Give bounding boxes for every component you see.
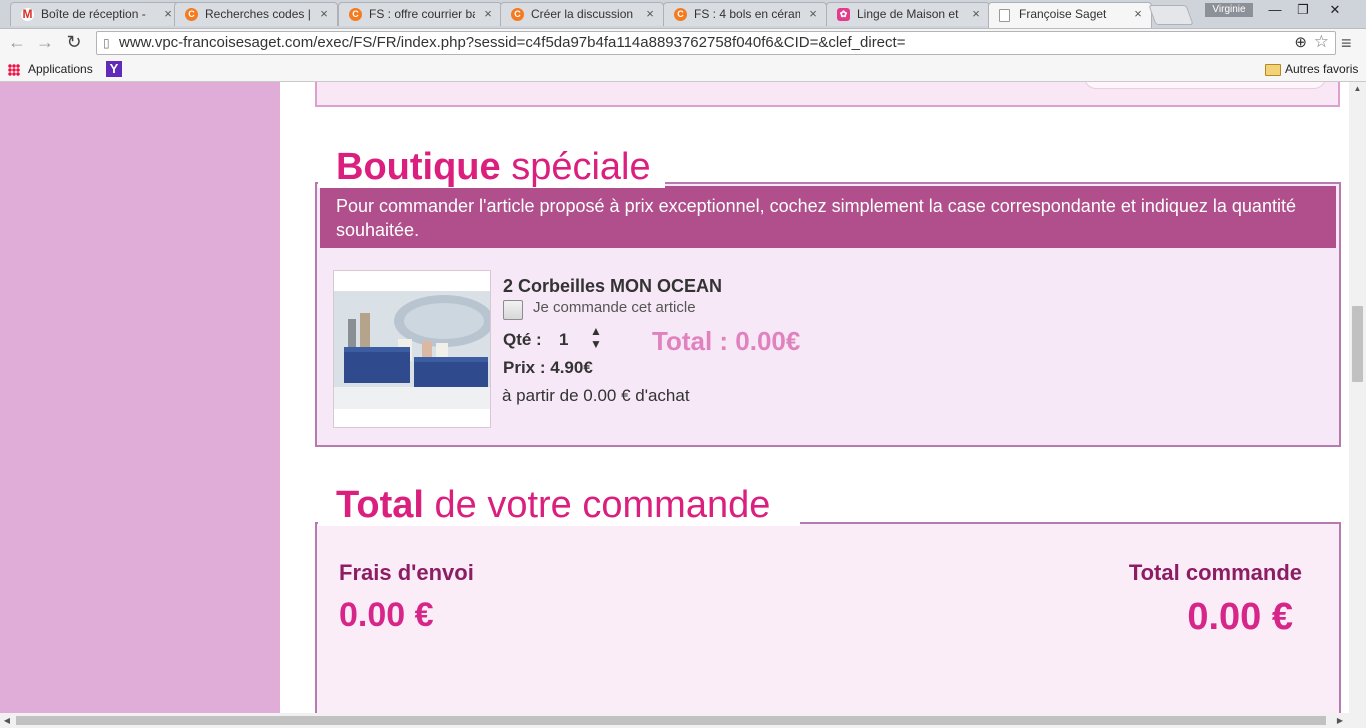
tab-linge-de-maison[interactable]: ✿ Linge de Maison et × [826, 2, 990, 26]
back-icon[interactable]: ← [6, 32, 28, 53]
tab-title: Créer la discussion [531, 7, 634, 21]
folder-icon [1265, 64, 1281, 76]
tab-francoise-saget[interactable]: Françoise Saget × [988, 2, 1152, 28]
browser-toolbar: ← → ↻ ▯ www.vpc-francoisesaget.com/exec/… [0, 29, 1366, 59]
coupon-site-icon: C [185, 8, 198, 21]
scroll-left-icon[interactable]: ◀ [0, 713, 14, 728]
bookmarks-bar: Applications Y Autres favoris [0, 59, 1366, 82]
coupon-site-icon: C [511, 8, 524, 21]
page-icon: ▯ [103, 36, 110, 50]
bookmark-star-icon[interactable]: ☆ [1314, 32, 1329, 52]
page-viewport: Pour commander l'article proposé à prix … [0, 82, 1349, 713]
tab-title: Boîte de réception - [41, 7, 146, 21]
tab-gmail[interactable]: M Boîte de réception - × [10, 2, 182, 26]
menu-icon[interactable]: ≡ [1341, 33, 1352, 54]
special-shop-title: Boutique spéciale [318, 146, 665, 188]
title-bold: Total [336, 484, 424, 526]
previous-section-box [315, 82, 1340, 107]
zoom-icon[interactable]: ⊕ [1294, 33, 1307, 51]
tab-close-icon[interactable]: × [643, 3, 657, 25]
url-text[interactable]: www.vpc-francoisesaget.com/exec/FS/FR/in… [119, 34, 905, 51]
title-light: de votre commande [434, 484, 771, 526]
item-total: Total : 0.00€ [652, 326, 801, 356]
tab-close-icon[interactable]: × [1131, 3, 1145, 25]
bookmark-other-favorites[interactable]: Autres favoris [1285, 62, 1358, 76]
apps-grid-icon[interactable] [8, 64, 20, 76]
left-sidebar [0, 82, 280, 713]
address-bar[interactable]: ▯ www.vpc-francoisesaget.com/exec/FS/FR/… [96, 31, 1336, 55]
profile-badge[interactable]: Virginie [1205, 3, 1253, 17]
tab-title: Recherches codes | [205, 7, 311, 21]
order-total-value: 0.00 € [1187, 596, 1293, 638]
product-name: 2 Corbeilles MON OCEAN [503, 276, 723, 296]
close-window-icon[interactable]: ✕ [1322, 2, 1348, 18]
quantity-value[interactable]: 1 [559, 330, 568, 350]
tab-strip: M Boîte de réception - × C Recherches co… [0, 0, 1366, 29]
new-tab-button[interactable] [1148, 5, 1194, 25]
special-shop-box: Pour commander l'article proposé à prix … [315, 182, 1341, 447]
tab-title: FS : offre courrier ba [369, 7, 475, 21]
tab-title: Linge de Maison et [857, 7, 959, 21]
tab-title: Françoise Saget [1019, 7, 1107, 21]
product-image [333, 270, 491, 428]
tab-recherches-codes[interactable]: C Recherches codes | × [174, 2, 338, 26]
order-item-checkbox-label[interactable]: Je commande cet article [533, 299, 696, 316]
coupon-site-icon: C [674, 8, 687, 21]
quantity-label: Qté : [503, 330, 542, 349]
order-total-title: Total de votre commande [318, 484, 801, 526]
vertical-scrollbar[interactable]: ▲ [1349, 82, 1366, 713]
baskets-photo [334, 291, 490, 409]
tab-close-icon[interactable]: × [161, 3, 175, 25]
quantity-down-icon[interactable]: ▼ [587, 338, 605, 350]
scroll-up-icon[interactable]: ▲ [1349, 82, 1366, 96]
order-total-label: Total commande [1128, 560, 1302, 585]
previous-section-pill [1084, 82, 1326, 89]
bookmark-applications[interactable]: Applications [28, 62, 93, 76]
gmail-icon: M [21, 7, 34, 21]
restore-icon[interactable]: ❐ [1290, 2, 1316, 18]
tab-close-icon[interactable]: × [317, 3, 331, 25]
quantity-up-icon[interactable]: ▲ [587, 325, 605, 337]
title-bold: Boutique [336, 146, 501, 188]
flower-icon: ✿ [837, 8, 850, 21]
shipping-value: 0.00 € [339, 596, 434, 634]
order-total-box: Frais d'envoi 0.00 € Total commande 0.00… [315, 522, 1341, 713]
horizontal-scrollbar[interactable]: ◀ ▶ [0, 713, 1366, 728]
yahoo-icon[interactable]: Y [106, 61, 122, 77]
vertical-scroll-thumb[interactable] [1352, 306, 1363, 382]
minimize-icon[interactable]: — [1262, 2, 1288, 17]
special-shop-banner: Pour commander l'article proposé à prix … [320, 186, 1336, 248]
order-item-checkbox[interactable] [503, 300, 523, 320]
tab-close-icon[interactable]: × [806, 3, 820, 25]
coupon-site-icon: C [349, 8, 362, 21]
tab-close-icon[interactable]: × [969, 3, 983, 25]
scroll-right-icon[interactable]: ▶ [1333, 713, 1347, 728]
page-icon [999, 9, 1010, 22]
reload-icon[interactable]: ↻ [63, 32, 85, 53]
tab-4-bols[interactable]: C FS : 4 bols en céram × [663, 2, 827, 26]
title-light: spéciale [511, 146, 651, 188]
tab-creer-discussion[interactable]: C Créer la discussion × [500, 2, 664, 26]
tab-offre-courrier[interactable]: C FS : offre courrier ba × [338, 2, 502, 26]
tab-title: FS : 4 bols en céram [694, 7, 800, 21]
tab-close-icon[interactable]: × [481, 3, 495, 25]
horizontal-scroll-thumb[interactable] [16, 716, 1326, 725]
minimum-purchase-text: à partir de 0.00 € d'achat [502, 386, 690, 405]
forward-icon[interactable]: → [34, 32, 56, 53]
shipping-label: Frais d'envoi [339, 560, 474, 585]
item-price: Prix : 4.90€ [503, 358, 593, 377]
